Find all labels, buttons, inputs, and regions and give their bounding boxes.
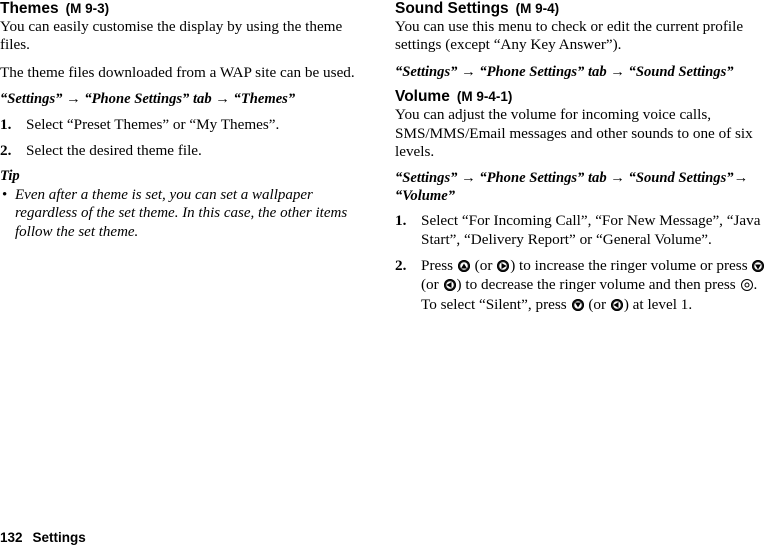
volume-step-2-text: Press (or ) to increase the ringer volum… (421, 257, 765, 293)
navigation-key-down-icon (752, 260, 765, 273)
themes-step-2-number: 2. (0, 142, 12, 160)
volume-step-2-part-5: ) to decrease the ringer volume and then… (456, 276, 736, 294)
sound-settings-nav-path: “Settings” → “Phone Settings” tab → “Sou… (395, 63, 734, 80)
volume-menu-code: (M 9-4-1) (456, 89, 513, 105)
volume-step-1: 1. Select “For Incoming Call”, “For New … (395, 212, 765, 249)
volume-step-2-number: 2. (395, 257, 407, 275)
themes-paragraph-1: You can easily customise the display by … (0, 18, 343, 54)
volume-step-2-part-3: ) to increase the ringer volume or press (510, 257, 748, 275)
left-column: Themes (M 9-3) You can easily customise t… (0, 0, 371, 314)
volume-step-1-text: Select “For Incoming Call”, “For New Mes… (421, 212, 761, 248)
center-select-key-icon (740, 279, 753, 292)
sound-settings-menu-code: (M 9-4) (515, 1, 560, 16)
themes-step-2-text: Select the desired theme file. (26, 142, 202, 160)
right-column: Sound Settings (M 9-4) You can use this m… (393, 0, 765, 314)
volume-paragraph: You can adjust the volume for incoming v… (395, 106, 753, 161)
navigation-key-up-icon (457, 260, 470, 273)
themes-steps-list: 1. Select “Preset Themes” or “My Themes”… (0, 116, 371, 161)
themes-title: Themes (0, 0, 59, 17)
themes-step-1: 1. Select “Preset Themes” or “My Themes”… (0, 116, 371, 135)
page-footer: 132 Settings (0, 530, 86, 546)
themes-section-heading: Themes (M 9-3) (0, 0, 371, 17)
volume-subsection-heading: Volume (M 9-4-1) (395, 88, 765, 105)
volume-step-1-number: 1. (395, 212, 407, 230)
volume-step-2-silent-note: To select “Silent”, press (or ) at level… (421, 296, 765, 315)
two-column-layout: Themes (M 9-3) You can easily customise t… (0, 0, 765, 314)
tip-text: Even after a theme is set, you can set a… (15, 186, 348, 240)
themes-step-1-text: Select “Preset Themes” or “My Themes”. (26, 115, 280, 133)
themes-step-2: 2. Select the desired theme file. (0, 142, 371, 161)
tip-item: • Even after a theme is set, you can set… (0, 186, 371, 241)
navigation-key-down-icon (571, 298, 584, 311)
volume-step-2-part-6: . (753, 276, 758, 294)
volume-silent-part-1: To select “Silent”, press (421, 295, 567, 313)
footer-page-number: 132 (0, 530, 23, 545)
volume-nav-path: “Settings” → “Phone Settings” tab → “Sou… (395, 170, 749, 204)
manual-page: Themes (M 9-3) You can easily customise t… (0, 0, 765, 552)
navigation-key-left-icon (610, 298, 623, 311)
tip-label: Tip (0, 167, 20, 184)
themes-paragraph-2: The theme files downloaded from a WAP si… (0, 63, 355, 81)
tip-bullet-icon: • (2, 186, 8, 203)
volume-step-2-part-2: (or (474, 257, 493, 275)
volume-title: Volume (395, 88, 450, 106)
themes-nav-path: “Settings” → “Phone Settings” tab → “The… (0, 91, 296, 108)
sound-settings-paragraph: You can use this menu to check or edit t… (395, 18, 744, 54)
volume-silent-part-3: ) at level 1. (623, 295, 693, 313)
volume-step-2-part-1: Press (421, 257, 454, 275)
navigation-key-left-icon (443, 279, 456, 292)
footer-section-name: Settings (32, 530, 86, 545)
sound-settings-title: Sound Settings (395, 0, 509, 17)
navigation-key-right-icon (497, 260, 510, 273)
sound-settings-section-heading: Sound Settings (M 9-4) (395, 0, 765, 17)
volume-silent-part-2: (or (588, 295, 607, 313)
volume-step-2-part-4: (or (421, 276, 439, 294)
volume-steps-list: 1. Select “For Incoming Call”, “For New … (395, 212, 765, 314)
themes-step-1-number: 1. (0, 115, 12, 133)
volume-step-2: 2. Press (or ) to increase the ringer vo… (395, 257, 765, 314)
themes-menu-code: (M 9-3) (65, 1, 110, 16)
